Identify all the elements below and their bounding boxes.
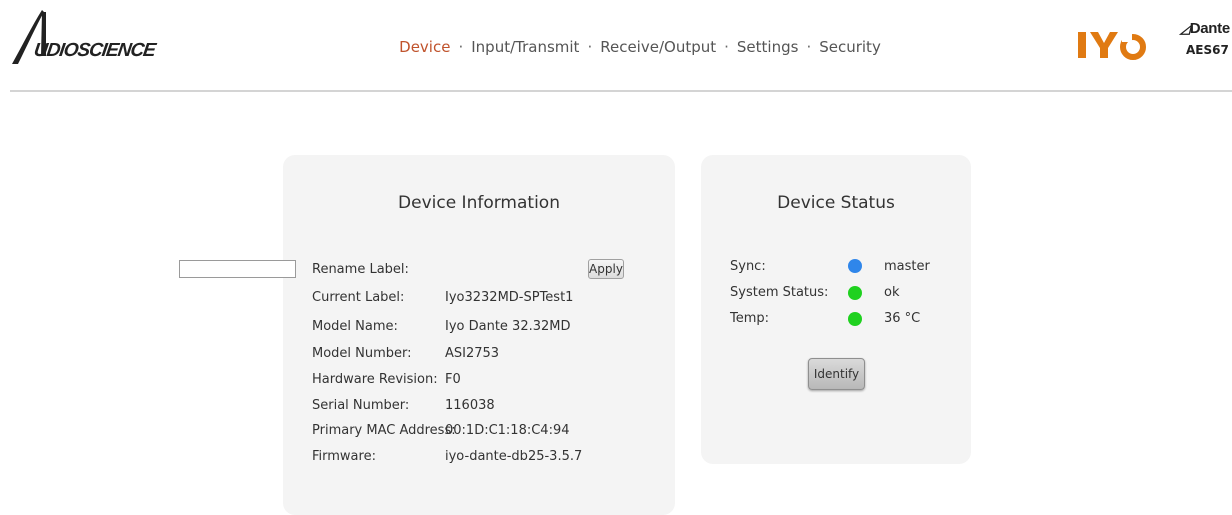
info-label: Current Label:: [312, 290, 405, 305]
device-status-title: Device Status: [777, 193, 895, 213]
nav-separator: ·: [587, 38, 593, 56]
temp-indicator-icon: [848, 312, 862, 326]
device-information-title: Device Information: [398, 193, 560, 213]
info-label: Model Name:: [312, 319, 398, 334]
nav-settings[interactable]: Settings: [737, 38, 799, 56]
nav-device[interactable]: Device: [399, 38, 450, 56]
aes67-logo: AES67: [1186, 43, 1229, 57]
dante-logo: ◿Dante: [1180, 20, 1230, 37]
current-label-value: Iyo3232MD-SPTest1: [445, 290, 574, 305]
header-divider: [10, 90, 1232, 92]
nav-input-transmit[interactable]: Input/Transmit: [471, 38, 579, 56]
info-label: Primary MAC Address:: [312, 423, 456, 438]
model-name-value: Iyo Dante 32.32MD: [445, 319, 571, 334]
iyo-logo: [1078, 32, 1146, 60]
model-number-value: ASI2753: [445, 346, 500, 361]
info-label: Hardware Revision:: [312, 372, 438, 387]
identify-button[interactable]: Identify: [808, 358, 865, 390]
rename-label: Rename Label:: [312, 262, 409, 277]
nav-separator: ·: [458, 38, 464, 56]
temp-value: 36 °C: [884, 311, 921, 326]
hardware-revision-value: F0: [445, 372, 461, 387]
apply-button[interactable]: Apply: [588, 259, 624, 279]
mac-address-value: 00:1D:C1:18:C4:94: [445, 423, 570, 438]
nav-separator: ·: [724, 38, 729, 56]
main-nav: Device · Input/Transmit · Receive/Output · Set…: [0, 38, 1232, 56]
system-status-value: ok: [884, 285, 900, 300]
sync-value: master: [884, 259, 930, 274]
sync-label: Sync:: [730, 259, 766, 274]
info-label: Firmware:: [312, 449, 376, 464]
sync-indicator-icon: [848, 259, 862, 273]
nav-security[interactable]: Security: [819, 38, 881, 56]
nav-separator: ·: [806, 38, 812, 56]
temp-label: Temp:: [730, 311, 770, 326]
info-label: Serial Number:: [312, 398, 410, 413]
system-status-indicator-icon: [848, 286, 862, 300]
info-label: Model Number:: [312, 346, 412, 361]
firmware-value: iyo-dante-db25-3.5.7: [445, 449, 583, 464]
header: UDIOSCIENCE Device · Input/Transmit · Receiv…: [0, 0, 1232, 92]
system-status-label: System Status:: [730, 285, 829, 300]
device-status-panel: Device Status Sync: master System Status…: [701, 155, 971, 464]
nav-receive-output[interactable]: Receive/Output: [600, 38, 716, 56]
serial-number-value: 116038: [445, 398, 495, 413]
rename-label-input[interactable]: [179, 260, 296, 278]
